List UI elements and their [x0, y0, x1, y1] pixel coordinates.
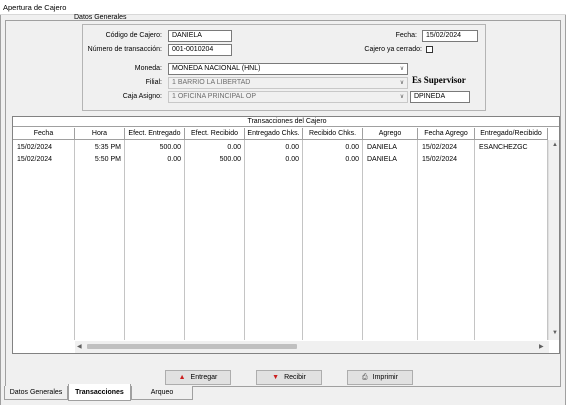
grid-column — [245, 140, 303, 340]
numero-field[interactable]: 001-0010204 — [168, 44, 232, 56]
grid-title: Transacciones del Cajero — [13, 117, 559, 127]
table-cell[interactable]: 500.00 — [189, 154, 241, 165]
scroll-right-icon[interactable]: ▶ — [539, 343, 544, 350]
grid-column — [418, 140, 475, 340]
main-window: Datos Generales Código de Cajero: DANIEL… — [0, 14, 566, 405]
table-cell[interactable]: 0.00 — [249, 142, 299, 153]
tab-strip: Datos Generales Transacciones Arqueo — [1, 384, 566, 405]
window-title: Apertura de Cajero — [3, 3, 67, 12]
column-header[interactable]: Entregado Chks. — [245, 128, 303, 140]
caja-select[interactable]: 1 OFICINA PRINCIPAL OP ∨ — [168, 91, 408, 103]
table-cell[interactable]: 0.00 — [307, 154, 359, 165]
table-cell[interactable]: 0.00 — [307, 142, 359, 153]
fecha-label: Fecha: — [395, 32, 417, 39]
column-header[interactable]: Efect. Entregado — [125, 128, 185, 140]
moneda-select[interactable]: MONEDA NACIONAL (HNL) ∨ — [168, 63, 408, 75]
cerrado-label: Cajero ya cerrado: — [364, 46, 422, 53]
title-bar: Apertura de Cajero — [0, 0, 566, 15]
recibir-button[interactable]: ▼ Recibir — [256, 370, 322, 385]
vertical-scrollbar[interactable]: ▲ ▼ — [548, 140, 559, 340]
fecha-field[interactable]: 15/02/2024 — [422, 30, 478, 42]
chevron-down-icon[interactable]: ∨ — [397, 64, 407, 74]
table-cell[interactable]: 5:50 PM — [79, 154, 121, 165]
codigo-label: Código de Cajero: — [105, 32, 162, 39]
column-header[interactable]: Agrego — [363, 128, 418, 140]
supervisor-field[interactable]: DPINEDA — [410, 91, 470, 103]
scroll-left-icon[interactable]: ◀ — [77, 343, 82, 350]
column-header[interactable]: Hora — [75, 128, 125, 140]
column-header[interactable]: Fecha Agrego — [418, 128, 475, 140]
table-cell[interactable]: 15/02/2024 — [17, 154, 71, 165]
arrow-down-icon: ▼ — [272, 374, 280, 381]
column-header[interactable]: Fecha — [13, 128, 75, 140]
chevron-down-icon[interactable]: ∨ — [397, 78, 407, 88]
codigo-field[interactable]: DANIELA — [168, 30, 232, 42]
table-cell[interactable]: 0.00 — [129, 154, 181, 165]
table-cell[interactable]: DANIELA — [367, 142, 414, 153]
table-cell[interactable]: DANIELA — [367, 154, 414, 165]
column-header[interactable]: Recibido Chks. — [303, 128, 363, 140]
grid-column — [125, 140, 185, 340]
grid-column — [185, 140, 245, 340]
tab-datos-generales[interactable]: Datos Generales — [4, 386, 68, 400]
table-cell[interactable]: 500.00 — [129, 142, 181, 153]
numero-label: Número de transacción: — [87, 46, 162, 53]
table-cell[interactable]: ESANCHEZGC — [479, 142, 544, 153]
horizontal-scroll-thumb[interactable] — [87, 344, 297, 349]
entregar-label: Entregar — [190, 374, 218, 381]
horizontal-scrollbar[interactable]: ◀ ▶ — [75, 341, 549, 353]
entregar-button[interactable]: ▲ Entregar — [165, 370, 231, 385]
transactions-panel: Datos Generales Código de Cajero: DANIEL… — [5, 14, 561, 387]
table-cell[interactable]: 15/02/2024 — [422, 154, 471, 165]
arrow-up-icon: ▲ — [178, 374, 186, 381]
tab-arqueo[interactable]: Arqueo — [131, 386, 193, 400]
printer-icon: ⎙ — [362, 374, 368, 381]
grid-column — [75, 140, 125, 340]
moneda-label: Moneda: — [134, 65, 162, 72]
tab-transacciones[interactable]: Transacciones — [68, 384, 131, 401]
table-cell[interactable]: 15/02/2024 — [422, 142, 471, 153]
supervisor-label: Es Supervisor — [412, 75, 466, 85]
grid-column — [303, 140, 363, 340]
imprimir-button[interactable]: ⎙ Imprimir — [347, 370, 413, 385]
grid-column — [475, 140, 548, 340]
moneda-value: MONEDA NACIONAL (HNL) — [172, 65, 261, 72]
filial-value: 1 BARRIO LA LIBERTAD — [172, 79, 251, 86]
caja-label: Caja Asigno: — [122, 93, 162, 100]
scroll-down-icon[interactable]: ▼ — [552, 330, 558, 336]
table-cell[interactable]: 5:35 PM — [79, 142, 121, 153]
grid-column — [13, 140, 75, 340]
table-cell[interactable]: 15/02/2024 — [17, 142, 71, 153]
column-header[interactable]: Efect. Recibido — [185, 128, 245, 140]
recibir-label: Recibir — [284, 374, 306, 381]
scroll-up-icon[interactable]: ▲ — [552, 142, 558, 148]
column-header[interactable]: Entregado/Recibido — [475, 128, 548, 140]
general-group-legend: Datos Generales — [74, 14, 127, 21]
filial-label: Filial: — [145, 79, 162, 86]
grid-column — [363, 140, 418, 340]
chevron-down-icon[interactable]: ∨ — [397, 92, 407, 102]
filial-select[interactable]: 1 BARRIO LA LIBERTAD ∨ — [168, 77, 408, 89]
transactions-grid[interactable]: Transacciones del Cajero Fecha 15/02/2024… — [12, 116, 560, 354]
table-cell[interactable]: 0.00 — [249, 154, 299, 165]
table-cell[interactable]: 0.00 — [189, 142, 241, 153]
cerrado-checkbox[interactable] — [426, 46, 433, 53]
imprimir-label: Imprimir — [372, 374, 398, 381]
table-cell[interactable] — [479, 154, 544, 165]
caja-value: 1 OFICINA PRINCIPAL OP — [172, 93, 257, 100]
